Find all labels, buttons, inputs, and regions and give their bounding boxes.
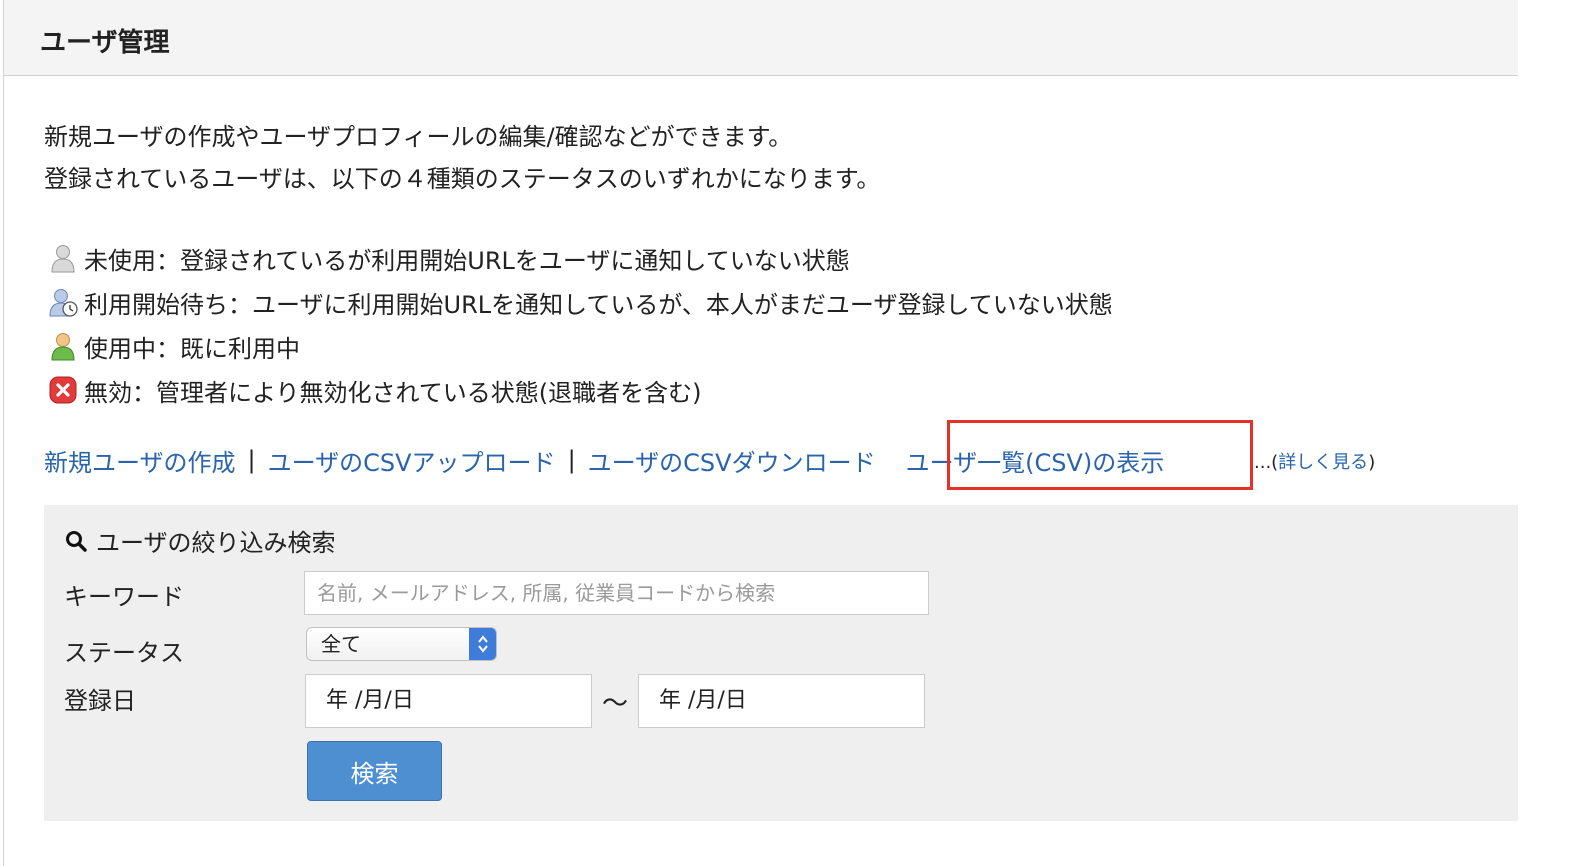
link-separator: | bbox=[567, 446, 576, 474]
status-item-active: 使用中：既に利用中 bbox=[48, 324, 1113, 368]
more-suffix: ) bbox=[1368, 452, 1376, 473]
status-label: ステータス bbox=[64, 639, 184, 667]
page-header: ユーザ管理 bbox=[4, 0, 1518, 76]
more-prefix: ...( bbox=[1254, 452, 1279, 473]
more-details-link[interactable]: 詳しく見る bbox=[1278, 452, 1368, 473]
date-range-tilde: 〜 bbox=[602, 689, 629, 719]
user-search-panel: ユーザの絞り込み検索 キーワード 名前, メールアドレス, 所属, 従業員コード… bbox=[44, 505, 1518, 821]
status-text: 未使用：登録されているが利用開始URLをユーザに通知していない状態 bbox=[84, 246, 850, 275]
keyword-label: キーワード bbox=[64, 583, 184, 611]
user-management-panel: ユーザ管理 新規ユーザの作成やユーザプロフィールの編集/確認などができます。 登… bbox=[3, 0, 1518, 866]
status-selected-value: 全て bbox=[321, 632, 361, 656]
status-item-unused: 未使用：登録されているが利用開始URLをユーザに通知していない状態 bbox=[48, 236, 1113, 280]
status-text: 使用中：既に利用中 bbox=[84, 334, 300, 363]
csv-upload-link[interactable]: ユーザのCSVアップロード bbox=[268, 443, 556, 478]
highlight-annotation-box bbox=[947, 420, 1253, 490]
description-line-1: 新規ユーザの作成やユーザプロフィールの編集/確認などができます。 bbox=[44, 123, 793, 151]
more-info: ...(詳しく見る) bbox=[1254, 448, 1375, 474]
clock-user-icon bbox=[49, 289, 78, 317]
search-button[interactable]: 検索 bbox=[307, 741, 442, 801]
description: 新規ユーザの作成やユーザプロフィールの編集/確認などができます。 登録されている… bbox=[44, 116, 880, 200]
status-item-disabled: 無効：管理者により無効化されている状態(退職者を含む) bbox=[48, 368, 1113, 412]
select-arrows-icon bbox=[469, 628, 496, 660]
gray-user-icon bbox=[51, 245, 75, 273]
red-x-icon bbox=[49, 376, 77, 404]
green-user-icon bbox=[51, 333, 75, 361]
status-list: 未使用：登録されているが利用開始URLをユーザに通知していない状態 利用開始待ち… bbox=[48, 236, 1113, 412]
status-text: 無効：管理者により無効化されている状態(退職者を含む) bbox=[84, 378, 702, 407]
keyword-input[interactable]: 名前, メールアドレス, 所属, 従業員コードから検索 bbox=[304, 571, 929, 615]
search-title-text: ユーザの絞り込み検索 bbox=[96, 529, 336, 557]
search-icon bbox=[66, 530, 87, 552]
date-to-input[interactable]: 年 /月/日 bbox=[638, 674, 925, 728]
create-user-link[interactable]: 新規ユーザの作成 bbox=[44, 443, 236, 478]
date-from-input[interactable]: 年 /月/日 bbox=[305, 674, 592, 728]
link-separator: | bbox=[247, 446, 256, 474]
status-item-waiting: 利用開始待ち：ユーザに利用開始URLを通知しているが、本人がまだユーザ登録してい… bbox=[48, 280, 1113, 324]
search-panel-title: ユーザの絞り込み検索 bbox=[64, 523, 336, 558]
status-text: 利用開始待ち：ユーザに利用開始URLを通知しているが、本人がまだユーザ登録してい… bbox=[84, 290, 1113, 319]
description-line-2: 登録されているユーザは、以下の４種類のステータスのいずれかになります。 bbox=[44, 165, 881, 193]
date-label: 登録日 bbox=[64, 687, 136, 715]
page-title: ユーザ管理 bbox=[40, 28, 170, 58]
status-select[interactable]: 全て bbox=[306, 627, 497, 661]
csv-download-link[interactable]: ユーザのCSVダウンロード bbox=[588, 443, 876, 478]
